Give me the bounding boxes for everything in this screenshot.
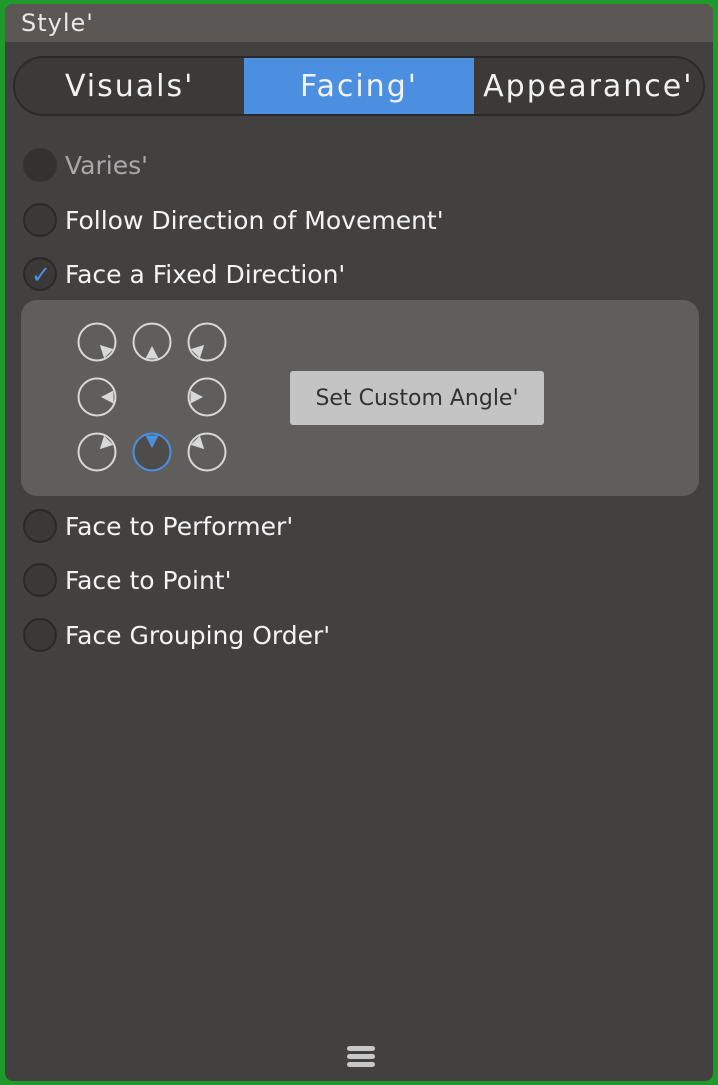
direction-up-button[interactable] bbox=[132, 322, 172, 362]
tab-visuals[interactable]: Visuals' bbox=[15, 58, 244, 114]
option-varies: Varies' bbox=[23, 145, 148, 185]
direction-dial-icon bbox=[187, 322, 227, 362]
check-icon: ✓ bbox=[31, 261, 52, 289]
direction-dial-icon bbox=[77, 377, 117, 417]
direction-up-left-button[interactable] bbox=[77, 322, 117, 362]
fixed-direction-panel: Set Custom Angle' bbox=[21, 300, 699, 496]
face-grouping-label: Face Grouping Order' bbox=[65, 620, 331, 650]
direction-dial-icon bbox=[77, 322, 117, 362]
varies-radio bbox=[23, 148, 57, 182]
direction-dial-icon bbox=[187, 377, 227, 417]
face-grouping-radio[interactable] bbox=[23, 618, 57, 652]
option-face-point[interactable]: Face to Point' bbox=[23, 560, 231, 600]
face-point-label: Face to Point' bbox=[65, 565, 232, 595]
panel-title: Style' bbox=[5, 4, 713, 42]
direction-dial-icon bbox=[132, 322, 172, 362]
direction-dial-icon bbox=[187, 432, 227, 472]
face-point-radio[interactable] bbox=[23, 563, 57, 597]
follow-direction-label: Follow Direction of Movement' bbox=[65, 205, 444, 235]
option-face-grouping[interactable]: Face Grouping Order' bbox=[23, 615, 330, 655]
direction-down-button[interactable] bbox=[132, 432, 172, 472]
direction-right-button[interactable] bbox=[187, 377, 227, 417]
follow-direction-radio[interactable] bbox=[23, 203, 57, 237]
direction-left-button[interactable] bbox=[77, 377, 117, 417]
face-performer-label: Face to Performer' bbox=[65, 511, 294, 541]
direction-down-right-button[interactable] bbox=[187, 432, 227, 472]
tab-bar: Visuals' Facing' Appearance' bbox=[13, 56, 705, 116]
option-follow-direction[interactable]: Follow Direction of Movement' bbox=[23, 200, 444, 240]
option-fixed-direction[interactable]: ✓ Face a Fixed Direction' bbox=[23, 254, 345, 294]
direction-up-right-button[interactable] bbox=[187, 322, 227, 362]
fixed-direction-radio[interactable]: ✓ bbox=[23, 257, 57, 291]
tab-facing[interactable]: Facing' bbox=[244, 58, 474, 114]
direction-dial-icon bbox=[132, 432, 172, 472]
direction-dial-icon bbox=[77, 432, 117, 472]
tab-appearance[interactable]: Appearance' bbox=[474, 58, 703, 114]
direction-down-left-button[interactable] bbox=[77, 432, 117, 472]
option-face-performer[interactable]: Face to Performer' bbox=[23, 506, 293, 546]
set-custom-angle-button[interactable]: Set Custom Angle' bbox=[290, 371, 544, 425]
face-performer-radio[interactable] bbox=[23, 509, 57, 543]
varies-label: Varies' bbox=[65, 150, 148, 180]
drag-handle-icon[interactable] bbox=[347, 1046, 375, 1070]
fixed-direction-label: Face a Fixed Direction' bbox=[65, 259, 346, 289]
style-panel: Style' Visuals' Facing' Appearance' Vari… bbox=[5, 4, 713, 1081]
